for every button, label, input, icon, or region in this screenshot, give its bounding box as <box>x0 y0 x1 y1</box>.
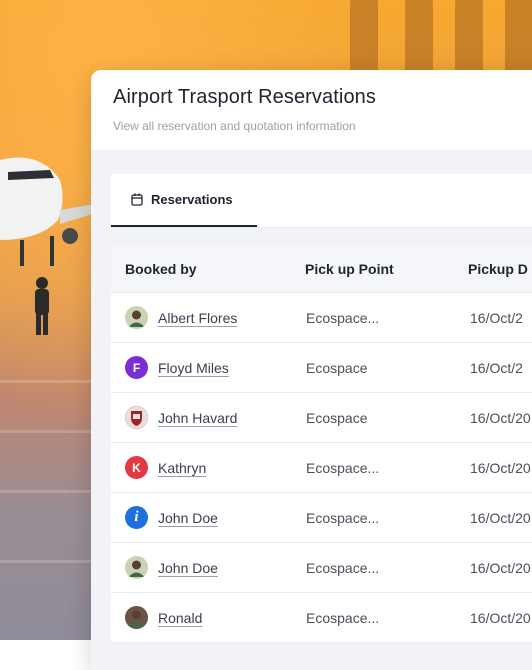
pickup-date-cell: 16/Oct/2 <box>470 359 523 376</box>
page-title: Airport Trasport Reservations <box>113 86 376 108</box>
panel-header: Airport Trasport Reservations View all r… <box>91 70 532 148</box>
table-body: Albert Flores Ecospace... 16/Oct/2 F Floyd M… <box>111 293 532 643</box>
booked-by-name-link[interactable]: Albert Flores <box>158 310 237 326</box>
pickup-point-cell: Ecospace... <box>306 559 380 576</box>
tab-bar: Reservations <box>111 174 532 228</box>
reservations-table: Booked by Pick up Point Pickup D Albert … <box>111 246 532 643</box>
booked-by-name-link[interactable]: John Havard <box>158 410 237 426</box>
booked-by-cell: Ronald <box>125 593 202 642</box>
avatar <box>125 306 148 329</box>
booked-by-name-link[interactable]: Ronald <box>158 610 202 626</box>
table-row[interactable]: Ronald Ecospace... 16/Oct/20 <box>111 593 532 643</box>
terminal-pillar <box>455 0 483 80</box>
avatar-initial: K <box>132 460 141 475</box>
pickup-point-cell: Ecospace... <box>306 309 380 326</box>
reservations-panel: Airport Trasport Reservations View all r… <box>91 70 532 670</box>
pickup-date-cell: 16/Oct/2 <box>470 309 523 326</box>
pickup-point-cell: Ecospace... <box>306 459 380 476</box>
pickup-date-cell: 16/Oct/20 <box>470 609 531 626</box>
tab-reservations[interactable]: Reservations <box>111 174 257 227</box>
pickup-point-cell: Ecospace <box>306 409 368 426</box>
avatar-initial: i <box>134 509 139 525</box>
pickup-point-cell: Ecospace... <box>306 509 380 526</box>
table-row[interactable]: K Kathryn Ecospace... 16/Oct/20 <box>111 443 532 493</box>
column-header-booked-by[interactable]: Booked by <box>125 261 197 277</box>
pickup-date-cell: 16/Oct/20 <box>470 509 531 526</box>
table-row[interactable]: John Doe Ecospace... 16/Oct/20 <box>111 543 532 593</box>
column-header-pickup-date[interactable]: Pickup D <box>468 261 528 277</box>
booked-by-name-link[interactable]: John Doe <box>158 560 218 576</box>
booked-by-cell: i John Doe <box>125 493 218 542</box>
booked-by-cell: Albert Flores <box>125 293 237 342</box>
avatar-photo-icon <box>125 556 148 579</box>
terminal-pillar <box>350 0 378 80</box>
pickup-point-cell: Ecospace... <box>306 609 380 626</box>
avatar-photo-icon <box>125 306 148 329</box>
table-header: Booked by Pick up Point Pickup D <box>111 246 532 293</box>
crest-icon <box>125 406 148 429</box>
booked-by-cell: K Kathryn <box>125 443 206 492</box>
terminal-pillar <box>505 0 532 80</box>
column-header-pickup-point[interactable]: Pick up Point <box>305 261 394 277</box>
booked-by-cell: F Floyd Miles <box>125 343 229 392</box>
table-row[interactable]: John Havard Ecospace 16/Oct/20 <box>111 393 532 443</box>
avatar: F <box>125 356 148 379</box>
panel-body: Reservations Booked by Pick up Point Pic… <box>91 150 532 670</box>
pickup-date-cell: 16/Oct/20 <box>470 559 531 576</box>
pickup-date-cell: 16/Oct/20 <box>470 409 531 426</box>
avatar-initial: F <box>132 360 141 375</box>
avatar: i <box>125 506 148 529</box>
table-row[interactable]: i John Doe Ecospace... 16/Oct/20 <box>111 493 532 543</box>
booked-by-name-link[interactable]: Kathryn <box>158 460 206 476</box>
page-subtitle: View all reservation and quotation infor… <box>113 119 356 133</box>
pickup-date-cell: 16/Oct/20 <box>470 459 531 476</box>
booked-by-name-link[interactable]: Floyd Miles <box>158 360 229 376</box>
calendar-icon <box>131 193 143 206</box>
avatar-photo-icon <box>125 606 148 629</box>
person-silhouette-image <box>35 277 49 335</box>
avatar <box>125 556 148 579</box>
booked-by-cell: John Doe <box>125 543 218 592</box>
tab-label: Reservations <box>151 192 233 207</box>
terminal-pillar <box>405 0 433 80</box>
table-row[interactable]: F Floyd Miles Ecospace 16/Oct/2 <box>111 343 532 393</box>
avatar: K <box>125 456 148 479</box>
pickup-point-cell: Ecospace <box>306 359 368 376</box>
table-row[interactable]: Albert Flores Ecospace... 16/Oct/2 <box>111 293 532 343</box>
booked-by-cell: John Havard <box>125 393 237 442</box>
avatar <box>125 606 148 629</box>
booked-by-name-link[interactable]: John Doe <box>158 510 218 526</box>
avatar <box>125 406 148 429</box>
